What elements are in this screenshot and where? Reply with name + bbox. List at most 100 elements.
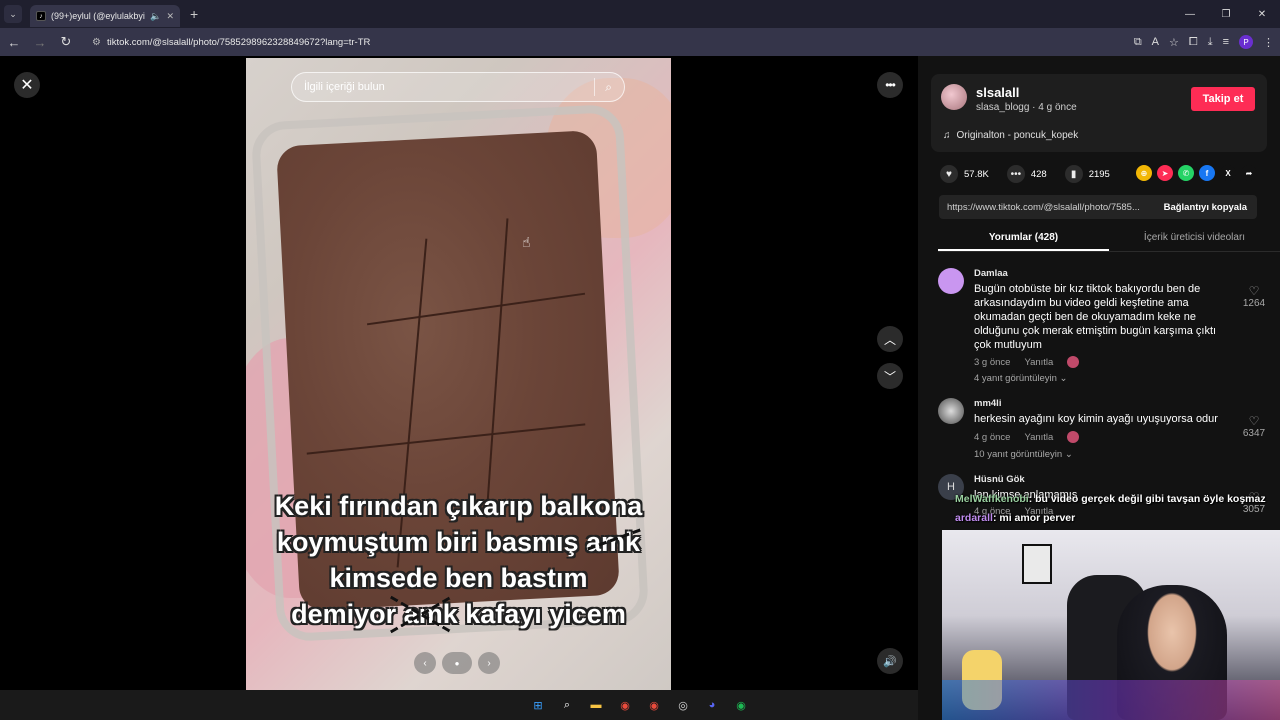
- spotify-icon[interactable]: ◉: [731, 695, 751, 715]
- windows-start-icon[interactable]: ⊞: [528, 695, 548, 715]
- chat-username: MelWaffkenobi: [955, 493, 1029, 505]
- chat-text: : bu video gerçek değil gibi tavşan öyle…: [1028, 493, 1266, 505]
- forward-button[interactable]: →: [28, 30, 52, 54]
- chat-message: ardarall: mi amor perver: [955, 509, 1280, 528]
- pager-next-button[interactable]: ›: [478, 652, 500, 674]
- comment-text: Bugün otobüste bir kız tiktok bakıyordu …: [974, 283, 1217, 351]
- heart-outline-icon[interactable]: ♡: [1234, 414, 1274, 428]
- volume-button[interactable]: 🔊: [877, 648, 903, 674]
- comment-icon[interactable]: •••: [1006, 165, 1025, 183]
- x-icon[interactable]: X: [1220, 165, 1236, 181]
- chrome-active-icon[interactable]: ◉: [644, 695, 664, 715]
- app-icon[interactable]: ◎: [673, 695, 693, 715]
- embed-share-icon[interactable]: ⊕: [1136, 165, 1152, 181]
- browser-menu-icon[interactable]: ⋮: [1263, 36, 1274, 49]
- author-subline: slasa_blogg · 4 g önce: [976, 102, 1077, 113]
- tab-close-icon[interactable]: ✕: [166, 11, 174, 22]
- search-icon[interactable]: ⌕: [605, 80, 612, 95]
- chat-text: : mi amor perver: [992, 512, 1076, 524]
- caption-line: Keki fırından çıkarıp balkona: [274, 491, 643, 521]
- comment-item: Damlaa Bugün otobüste bir kız tiktok bak…: [938, 268, 1278, 388]
- copy-link-button[interactable]: Bağlantıyı kopyala: [1154, 202, 1257, 213]
- bookmark-icon[interactable]: ▮: [1064, 165, 1083, 183]
- comment-like[interactable]: ♡ 1264: [1234, 284, 1274, 309]
- facebook-icon[interactable]: f: [1199, 165, 1215, 181]
- reply-button[interactable]: Yanıtla: [1024, 432, 1053, 443]
- restore-button[interactable]: ❐: [1208, 0, 1244, 28]
- author-avatar[interactable]: [941, 84, 967, 110]
- speaker-icon[interactable]: 🔈: [150, 11, 161, 22]
- comment-like-count: 1264: [1242, 298, 1266, 309]
- author-username[interactable]: slsalall: [976, 85, 1019, 100]
- caption-line: demiyor amk kafayı yicem: [291, 599, 626, 629]
- commenter-name[interactable]: Damlaa: [974, 268, 1008, 279]
- copy-link-row: https://www.tiktok.com/@slsalall/photo/7…: [939, 195, 1257, 219]
- search-divider: [594, 78, 596, 96]
- next-post-button[interactable]: ﹀: [877, 363, 903, 389]
- whatsapp-icon[interactable]: ✆: [1178, 165, 1194, 181]
- comment-like[interactable]: ♡ 6347: [1234, 414, 1274, 439]
- close-viewer-button[interactable]: ✕: [14, 72, 40, 98]
- like-count: 57.8K: [964, 168, 989, 180]
- discord-icon[interactable]: ◕: [702, 695, 722, 715]
- friends-share-icon[interactable]: ➤: [1157, 165, 1173, 181]
- commenter-avatar[interactable]: [938, 398, 964, 424]
- minimize-button[interactable]: —: [1172, 0, 1208, 28]
- more-options-button[interactable]: •••: [877, 72, 903, 98]
- download-icon[interactable]: ⤓: [1208, 36, 1213, 49]
- share-buttons: ⊕ ➤ ✆ f X ➦: [1136, 165, 1257, 181]
- follow-button[interactable]: Takip et: [1191, 87, 1255, 111]
- music-link[interactable]: ♫ Originalton - poncuk_kopek: [943, 130, 1078, 141]
- commenter-avatar[interactable]: [938, 268, 964, 294]
- heart-outline-icon[interactable]: ♡: [1234, 284, 1274, 298]
- view-replies-button[interactable]: 10 yanıt görüntüleyin ⌄: [974, 449, 1073, 460]
- reply-button[interactable]: Yanıtla: [1024, 357, 1053, 368]
- engagement-actions: ♥ 57.8K ••• 428 ▮ 2195: [940, 165, 1122, 183]
- tab-search-button[interactable]: ⌄: [4, 5, 22, 23]
- search-icon[interactable]: ⌕: [557, 695, 577, 715]
- commenter-name[interactable]: mm4li: [974, 398, 1001, 409]
- creator-liked-badge: [1067, 431, 1080, 443]
- comment-meta: 3 g önce Yanıtla: [974, 356, 1080, 368]
- chrome-icon[interactable]: ◉: [615, 695, 635, 715]
- caption-line: kimsede ben bastım: [329, 563, 588, 593]
- music-note-icon: ♫: [943, 130, 951, 141]
- creator-liked-badge: [1067, 356, 1080, 368]
- music-title: Originalton - poncuk_kopek: [956, 130, 1079, 141]
- bookmark-star-icon[interactable]: ☆: [1169, 36, 1179, 49]
- mouse-cursor-icon: ☝: [522, 234, 531, 250]
- comment-item: mm4li herkesin ayağını koy kimin ayağı u…: [938, 398, 1278, 468]
- install-app-icon[interactable]: ⧉: [1134, 36, 1142, 49]
- url-text: tiktok.com/@slsalall/photo/7585298962328…: [106, 36, 371, 48]
- comment-text: herkesin ayağını koy kimin ayağı uyuşuyo…: [974, 413, 1218, 425]
- commenter-name[interactable]: Hüsnü Gök: [974, 474, 1025, 485]
- window-close-button[interactable]: ✕: [1244, 0, 1280, 28]
- tab-comments[interactable]: Yorumlar (428): [938, 226, 1109, 251]
- back-button[interactable]: ←: [2, 30, 26, 54]
- streamer-webcam: [942, 530, 1280, 720]
- share-arrow-icon[interactable]: ➦: [1241, 165, 1257, 181]
- neon-light: [942, 680, 1280, 720]
- related-search-bar[interactable]: İlgili içeriği bulun ⌕: [291, 72, 625, 102]
- browser-toolbar: ← → ↻ ⚙ tiktok.com/@slsalall/photo/75852…: [0, 28, 1280, 56]
- tab-creator-videos[interactable]: İçerik üreticisi videoları: [1109, 226, 1280, 251]
- pager-prev-button[interactable]: ‹: [414, 652, 436, 674]
- translate-icon[interactable]: A: [1152, 36, 1159, 48]
- site-info-icon[interactable]: ⚙: [92, 37, 101, 48]
- previous-post-button[interactable]: ︿: [877, 326, 903, 352]
- file-explorer-icon[interactable]: ▬: [586, 695, 606, 715]
- browser-tab[interactable]: ♪ (99+)eylul (@eylulakbyik) | 🔈 ✕: [30, 5, 180, 27]
- reload-button[interactable]: ↻: [54, 30, 78, 54]
- extensions-icon[interactable]: ⧠: [1189, 36, 1198, 49]
- profile-avatar[interactable]: P: [1239, 35, 1253, 49]
- window-controls: — ❐ ✕: [1172, 0, 1280, 28]
- comment-like-count: 6347: [1242, 428, 1266, 439]
- new-tab-button[interactable]: +: [190, 6, 198, 22]
- address-bar[interactable]: ⚙ tiktok.com/@slsalall/photo/75852989623…: [84, 31, 1064, 53]
- view-replies-button[interactable]: 4 yanıt görüntüleyin ⌄: [974, 373, 1068, 384]
- pager-dot[interactable]: ●: [442, 652, 472, 674]
- reading-list-icon[interactable]: ≡: [1223, 36, 1229, 48]
- post-link-text[interactable]: https://www.tiktok.com/@slsalall/photo/7…: [939, 202, 1154, 213]
- heart-icon[interactable]: ♥: [940, 165, 958, 183]
- post-photo[interactable]: İlgili içeriği bulun ⌕ Keki fırından çık…: [246, 58, 671, 690]
